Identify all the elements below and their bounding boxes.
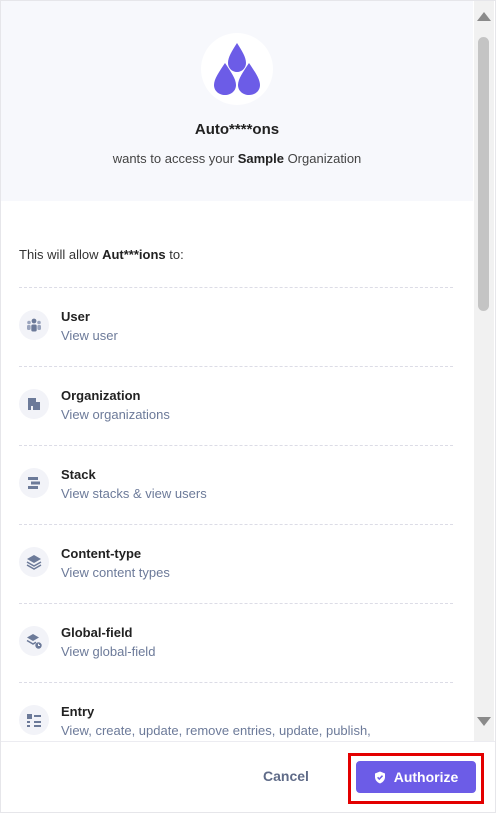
permission-list: User View user Organization View organiz… [19,287,453,740]
dialog-footer: Cancel Authorize [1,741,495,812]
cancel-button[interactable]: Cancel [263,768,309,784]
permission-description: View content types [61,565,170,580]
permission-content-type: Content-type View content types [19,524,453,603]
dialog-header: Auto****ons wants to access your Sample … [1,1,473,201]
permission-title: User [61,309,90,324]
access-subtitle: wants to access your Sample Organization [1,151,473,166]
users-icon [19,310,49,340]
stack-icon [19,468,49,498]
organization-name: Sample [237,151,284,166]
app-logo [201,33,273,105]
authorize-label: Authorize [393,769,459,785]
permission-description: View user [61,328,118,343]
shield-check-icon [374,771,385,783]
app-logo-icon [214,43,260,95]
permission-description: View stacks & view users [61,486,207,501]
scrollbar-thumb[interactable] [478,37,489,311]
permission-title: Organization [61,388,141,403]
building-icon [19,389,49,419]
permission-title: Global-field [61,625,133,640]
app-name: Auto****ons [194,121,280,138]
permission-description: View, create, update, remove entries, up… [61,723,371,738]
permission-global-field: Global-field View global-field [19,603,453,682]
scroll-up-arrow-icon[interactable] [477,12,491,21]
permission-stack: Stack View stacks & view users [19,445,453,524]
subtitle-suffix: Organization [283,151,362,166]
permission-description: View global-field [61,644,156,659]
permission-user: User View user [19,287,453,366]
permission-organization: Organization View organizations [19,366,453,445]
permission-title: Stack [61,467,96,482]
authorize-button[interactable]: Authorize [356,761,476,793]
entry-list-icon [19,705,49,735]
permission-title: Content-type [61,546,142,561]
allow-suffix: to: [165,247,184,262]
allow-prefix: This will allow [19,247,103,262]
permission-description: View organizations [61,407,170,422]
scroll-down-arrow-icon[interactable] [477,717,491,726]
allow-text: This will allow Aut***ions to: [19,247,184,262]
subtitle-prefix: wants to access your [112,151,238,166]
vertical-scrollbar[interactable] [474,1,494,741]
permissions-panel: This will allow Aut***ions to: User View… [0,201,472,740]
global-field-icon [19,626,49,656]
permission-entry: Entry View, create, update, remove entri… [19,682,453,740]
permission-title: Entry [61,704,95,719]
allow-app-name: Aut***ions [102,247,166,262]
layers-icon [19,547,49,577]
